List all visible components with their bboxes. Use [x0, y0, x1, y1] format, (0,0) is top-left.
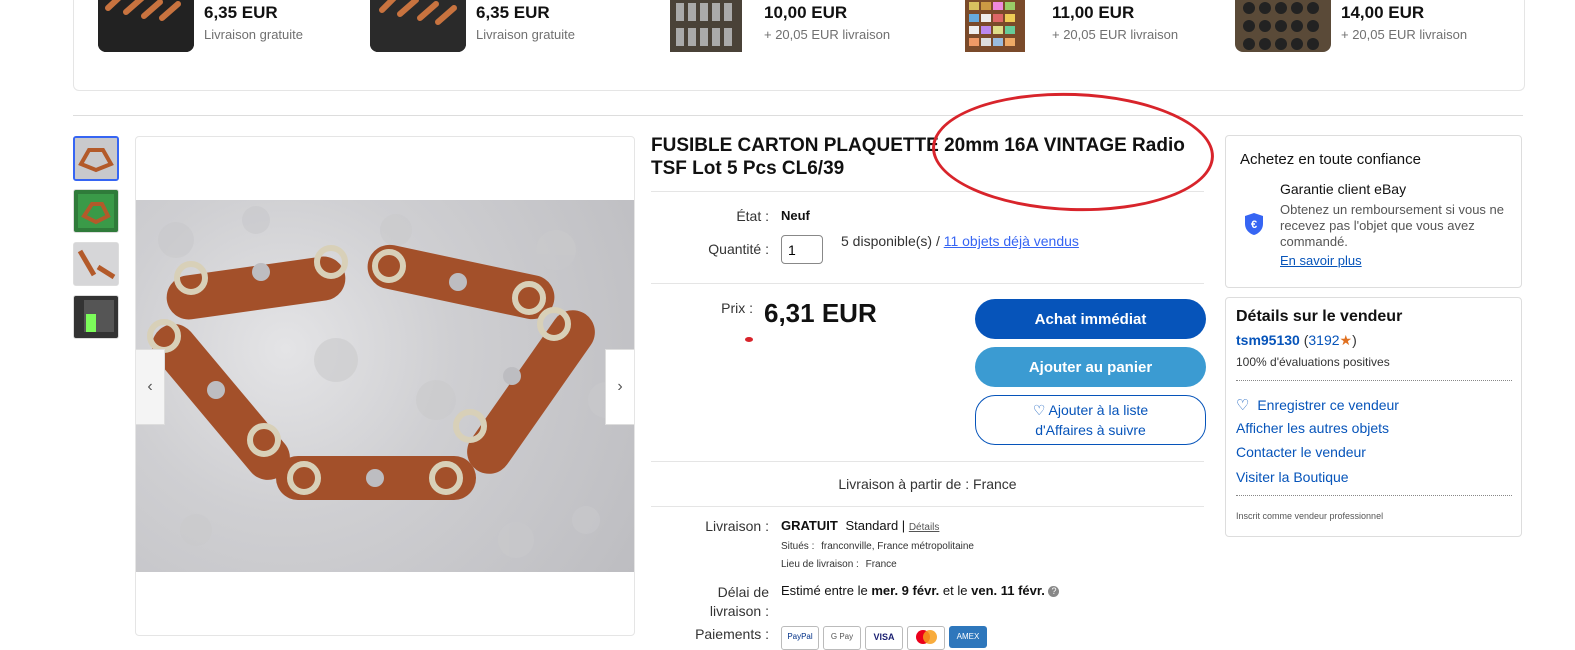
main-product-image[interactable]: ‹ ›	[135, 136, 635, 636]
divider	[651, 283, 1204, 284]
guarantee-title: Garantie client eBay	[1280, 181, 1407, 197]
seller-identity: tsm95130 (3192★)	[1236, 332, 1357, 348]
delay-to: ven. 11 févr.	[971, 583, 1045, 598]
location-value: franconville, France métropolitaine	[821, 541, 974, 552]
paypal-icon: PayPal	[781, 626, 819, 650]
dotted-divider	[1236, 380, 1512, 381]
related-shipping: Livraison gratuite	[204, 27, 303, 42]
guarantee-text: Obtenez un remboursement si vous ne rece…	[1280, 202, 1505, 249]
delay-prefix: Estimé entre le	[781, 583, 868, 598]
thumbnail-3[interactable]	[73, 242, 119, 286]
delivery-estimate: Estimé entre le mer. 9 févr. et le ven. …	[781, 583, 1060, 598]
contact-seller-link[interactable]: Contacter le vendeur	[1236, 444, 1366, 460]
related-shipping: + 20,05 EUR livraison	[764, 27, 891, 42]
related-price[interactable]: 11,00 EUR	[1052, 3, 1134, 23]
related-item-image[interactable]	[98, 0, 194, 52]
heart-icon: ♡	[1032, 402, 1046, 418]
mastercard-icon	[907, 626, 945, 650]
related-item-image[interactable]	[370, 0, 466, 52]
watch-label-2: d'Affaires à suivre	[1035, 422, 1146, 438]
buy-now-button[interactable]: Achat immédiat	[975, 299, 1206, 339]
info-icon[interactable]: ?	[1048, 586, 1060, 598]
add-to-cart-button[interactable]: Ajouter au panier	[975, 347, 1206, 387]
delivery-details-link[interactable]: Détails	[909, 522, 940, 533]
trust-card: Achetez en toute confiance € Garantie cl…	[1225, 135, 1522, 288]
related-price[interactable]: 10,00 EUR	[764, 3, 847, 23]
payment-methods: PayPal G Pay VISA AMEX	[781, 626, 987, 650]
previous-image-button[interactable]: ‹	[136, 349, 165, 425]
section-divider	[73, 115, 1523, 116]
visit-store-link[interactable]: Visiter la Boutique	[1236, 469, 1349, 485]
delay-label-1: Délai de	[717, 584, 769, 600]
pro-seller-note: Inscrit comme vendeur professionnel	[1236, 511, 1384, 521]
related-price[interactable]: 14,00 EUR	[1341, 3, 1424, 23]
save-seller-link[interactable]: ♡ Enregistrer ce vendeur	[1236, 396, 1399, 414]
related-shipping: + 20,05 EUR livraison	[1052, 27, 1179, 42]
related-price[interactable]: 6,35 EUR	[476, 3, 550, 23]
watch-label-1: Ajouter à la liste	[1048, 402, 1149, 418]
heart-icon: ♡	[1236, 397, 1250, 414]
condition-value: Neuf	[781, 208, 810, 223]
learn-more-link[interactable]: En savoir plus	[1280, 253, 1362, 268]
thumbnail-4[interactable]	[73, 295, 119, 339]
delay-label: Délai de livraison :	[651, 583, 769, 621]
product-photo	[136, 200, 634, 572]
related-item-image[interactable]	[1235, 0, 1331, 52]
quantity-label: Quantité :	[708, 241, 769, 257]
delivery-type: Standard |	[845, 518, 906, 533]
location-label: Situés :	[781, 541, 815, 552]
visa-icon: VISA	[865, 626, 903, 650]
related-item-image[interactable]	[947, 0, 1043, 52]
chevron-left-icon: ‹	[147, 378, 153, 395]
sold-items-link[interactable]: 11 objets déjà vendus	[944, 233, 1079, 249]
chevron-right-icon: ›	[617, 378, 623, 395]
seller-card: Détails sur le vendeur tsm95130 (3192★) …	[1225, 297, 1522, 537]
googlepay-icon: G Pay	[823, 626, 861, 650]
thumbnail-2[interactable]	[73, 189, 119, 233]
save-seller-label: Enregistrer ce vendeur	[1257, 397, 1399, 413]
related-shipping: + 20,05 EUR livraison	[1341, 27, 1468, 42]
divider	[651, 506, 1204, 507]
delay-and: et le	[942, 583, 968, 598]
location: Situés : franconville, France métropolit…	[781, 541, 974, 552]
amex-icon: AMEX	[949, 626, 987, 648]
delivery-place-value: France	[865, 559, 897, 570]
availability: 5 disponible(s) / 11 objets déjà vendus	[841, 233, 1079, 249]
quantity-input[interactable]	[781, 235, 823, 264]
price: 6,31 EUR	[764, 298, 877, 328]
delivery-label: Livraison :	[705, 518, 769, 534]
related-item-image[interactable]	[658, 0, 754, 52]
seller-score[interactable]: 3192	[1308, 332, 1339, 348]
annotation-oval	[930, 88, 1216, 216]
related-shipping: Livraison gratuite	[476, 27, 575, 42]
delivery-place: Lieu de livraison : France	[781, 559, 897, 570]
trust-title: Achetez en toute confiance	[1240, 151, 1421, 168]
condition-label: État :	[736, 208, 769, 224]
svg-text:€: €	[1251, 219, 1257, 231]
delivery-info: GRATUIT Standard | Détails	[781, 518, 939, 533]
thumbnail-1[interactable]	[73, 136, 119, 181]
star-icon: ★	[1339, 332, 1353, 348]
red-mark	[745, 337, 753, 342]
next-image-button[interactable]: ›	[605, 349, 634, 425]
delay-from: mer. 9 févr.	[871, 583, 940, 598]
delay-label-2: livraison :	[709, 603, 769, 619]
related-price[interactable]: 6,35 EUR	[204, 3, 278, 23]
delivery-free: GRATUIT	[781, 518, 838, 533]
price-label: Prix :	[721, 300, 753, 316]
delivery-place-label: Lieu de livraison :	[781, 559, 859, 570]
seller-title: Détails sur le vendeur	[1236, 308, 1403, 325]
guarantee-shield-icon: €	[1243, 212, 1265, 236]
dotted-divider	[1236, 495, 1512, 496]
ships-from: Livraison à partir de : France	[838, 476, 1017, 492]
add-to-watchlist-button[interactable]: ♡ Ajouter à la liste d'Affaires à suivre	[975, 395, 1206, 445]
seller-name[interactable]: tsm95130	[1236, 332, 1300, 348]
seller-feedback: 100% d'évaluations positives	[1236, 355, 1390, 369]
available-count: 5 disponible(s) /	[841, 233, 940, 249]
other-items-link[interactable]: Afficher les autres objets	[1236, 420, 1389, 436]
divider	[651, 461, 1204, 462]
